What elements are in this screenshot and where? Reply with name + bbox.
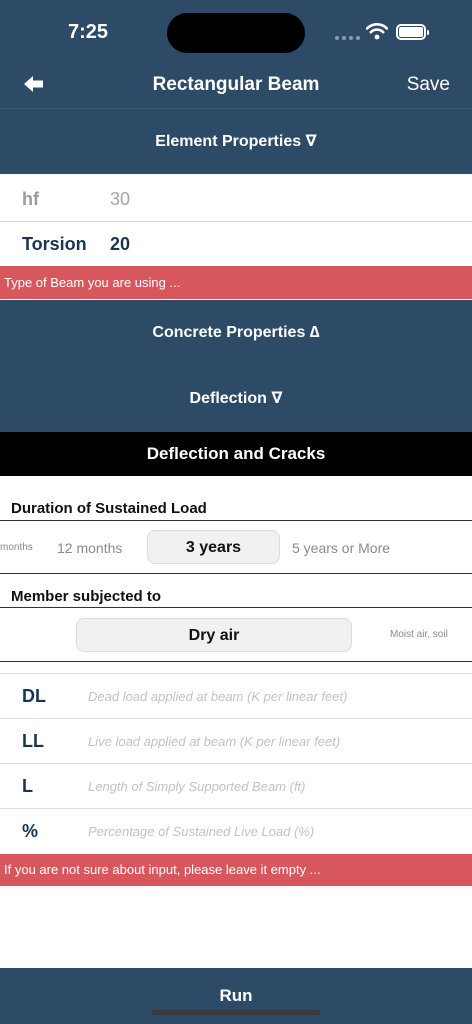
ll-input[interactable]: Live load applied at beam (K per linear … bbox=[88, 734, 340, 749]
dl-label: DL bbox=[22, 686, 46, 706]
duration-option-12-months[interactable]: 12 months bbox=[57, 540, 122, 556]
l-input-row[interactable]: L Length of Simply Supported Beam (ft) bbox=[0, 764, 472, 809]
run-button[interactable]: Run bbox=[0, 968, 472, 1024]
battery-icon bbox=[396, 24, 429, 40]
page-title: Rectangular Beam bbox=[152, 74, 320, 95]
torsion-row[interactable]: Torsion 20 bbox=[0, 222, 472, 266]
l-label: L bbox=[22, 776, 33, 796]
divider bbox=[0, 607, 472, 608]
beam-type-hint-banner: Type of Beam you are using ... bbox=[0, 266, 472, 299]
percent-input[interactable]: Percentage of Sustained Live Load (%) bbox=[88, 824, 314, 839]
torsion-label: Torsion bbox=[22, 234, 87, 254]
navigation-bar: Rectangular Beam Save bbox=[0, 64, 472, 108]
deflection-panel-title: Deflection and Cracks bbox=[146, 444, 326, 463]
divider bbox=[0, 520, 472, 521]
member-option-moist-air[interactable]: Moist air, soil bbox=[390, 629, 448, 640]
duration-option-months[interactable]: months bbox=[0, 542, 33, 553]
save-button[interactable]: Save bbox=[407, 74, 450, 96]
divider bbox=[0, 573, 472, 574]
divider bbox=[0, 661, 472, 662]
dynamic-island bbox=[167, 13, 305, 53]
ll-input-row[interactable]: LL Live load applied at beam (K per line… bbox=[0, 719, 472, 764]
hf-label: hf bbox=[22, 189, 39, 209]
element-properties-header[interactable]: Element Properties ∇ bbox=[0, 108, 472, 174]
beam-type-hint-text: Type of Beam you are using ... bbox=[4, 275, 181, 290]
hf-value: 30 bbox=[110, 189, 131, 209]
ll-label: LL bbox=[22, 731, 44, 751]
status-time: 7:25 bbox=[68, 21, 109, 43]
run-label: Run bbox=[219, 986, 253, 1005]
l-input[interactable]: Length of Simply Supported Beam (ft) bbox=[88, 779, 306, 794]
duration-option-5-years[interactable]: 5 years or More bbox=[292, 540, 390, 556]
concrete-properties-label: Concrete Properties ∆ bbox=[152, 324, 320, 341]
back-arrow-icon[interactable] bbox=[22, 72, 46, 96]
wifi-icon bbox=[366, 23, 388, 40]
member-option-dry-air[interactable]: Dry air bbox=[76, 618, 352, 652]
deflection-panel-title-bar: Deflection and Cracks bbox=[0, 432, 472, 476]
deflection-label: Deflection ∇ bbox=[189, 390, 283, 407]
percent-label: % bbox=[22, 821, 39, 841]
status-bar: 7:25 bbox=[0, 0, 472, 64]
deflection-header[interactable]: Deflection ∇ bbox=[0, 366, 472, 432]
input-hint-banner: If you are not sure about input, please … bbox=[0, 854, 472, 886]
input-hint-text: If you are not sure about input, please … bbox=[4, 862, 321, 877]
cellular-signal-icon bbox=[335, 36, 360, 40]
percent-input-row[interactable]: % Percentage of Sustained Live Load (%) bbox=[0, 809, 472, 854]
dl-input[interactable]: Dead load applied at beam (K per linear … bbox=[88, 689, 347, 704]
duration-label: Duration of Sustained Load bbox=[11, 500, 207, 517]
dl-input-row[interactable]: DL Dead load applied at beam (K per line… bbox=[0, 674, 472, 719]
torsion-value: 20 bbox=[110, 234, 131, 254]
element-properties-label: Element Properties ∇ bbox=[155, 133, 317, 150]
home-indicator bbox=[152, 1010, 320, 1015]
duration-option-3-years[interactable]: 3 years bbox=[147, 530, 280, 564]
hf-row[interactable]: hf 30 bbox=[0, 177, 472, 222]
member-subjected-label: Member subjected to bbox=[11, 588, 162, 605]
concrete-properties-header[interactable]: Concrete Properties ∆ bbox=[0, 300, 472, 366]
